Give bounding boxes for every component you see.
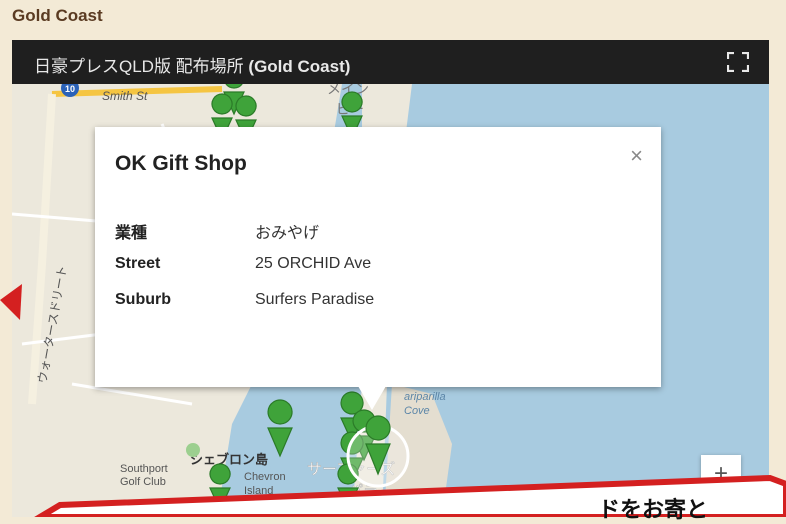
info-window: OK Gift Shop × 業種 おみやげ Street 25 ORCHID … bbox=[95, 127, 661, 387]
fullscreen-icon[interactable] bbox=[727, 52, 749, 72]
label-island: Island bbox=[244, 485, 273, 497]
map-title: 日豪プレスQLD版 配布場所 (Gold Coast) bbox=[34, 52, 350, 77]
close-icon[interactable]: × bbox=[630, 143, 643, 169]
label-cove1: ariparilla bbox=[404, 391, 446, 403]
place-icon bbox=[186, 443, 200, 457]
label-chevron-en: Chevron bbox=[244, 471, 286, 483]
label-cove2: Cove bbox=[404, 405, 430, 417]
label-southport: Southport bbox=[120, 463, 168, 475]
route-badge-label: 10 bbox=[65, 84, 75, 94]
info-value: おみやげ bbox=[255, 225, 320, 242]
info-label: 業種 bbox=[115, 225, 148, 242]
info-window-tail bbox=[358, 386, 386, 410]
map-title-prefix: 日豪プレスQLD版 配布場所 bbox=[34, 57, 249, 76]
info-label: Street bbox=[115, 255, 161, 272]
map-header: 日豪プレスQLD版 配布場所 (Gold Coast) bbox=[12, 40, 769, 84]
info-window-title: OK Gift Shop bbox=[115, 152, 247, 175]
label-smith-st: Smith St bbox=[102, 89, 148, 103]
label-chevron: シェブロン島 bbox=[190, 452, 268, 467]
label-golf-club: Golf Club bbox=[120, 476, 166, 488]
info-value: Surfers Paradise bbox=[255, 291, 375, 308]
info-label: Suburb bbox=[115, 291, 171, 308]
zoom-in-button[interactable]: + bbox=[701, 455, 741, 495]
info-value: 25 ORCHID Ave bbox=[255, 255, 372, 272]
map-title-suffix: (Gold Coast) bbox=[248, 57, 351, 76]
annotation-banner-text: ドをお寄と bbox=[598, 497, 709, 523]
page-title: Gold Coast bbox=[12, 6, 103, 25]
